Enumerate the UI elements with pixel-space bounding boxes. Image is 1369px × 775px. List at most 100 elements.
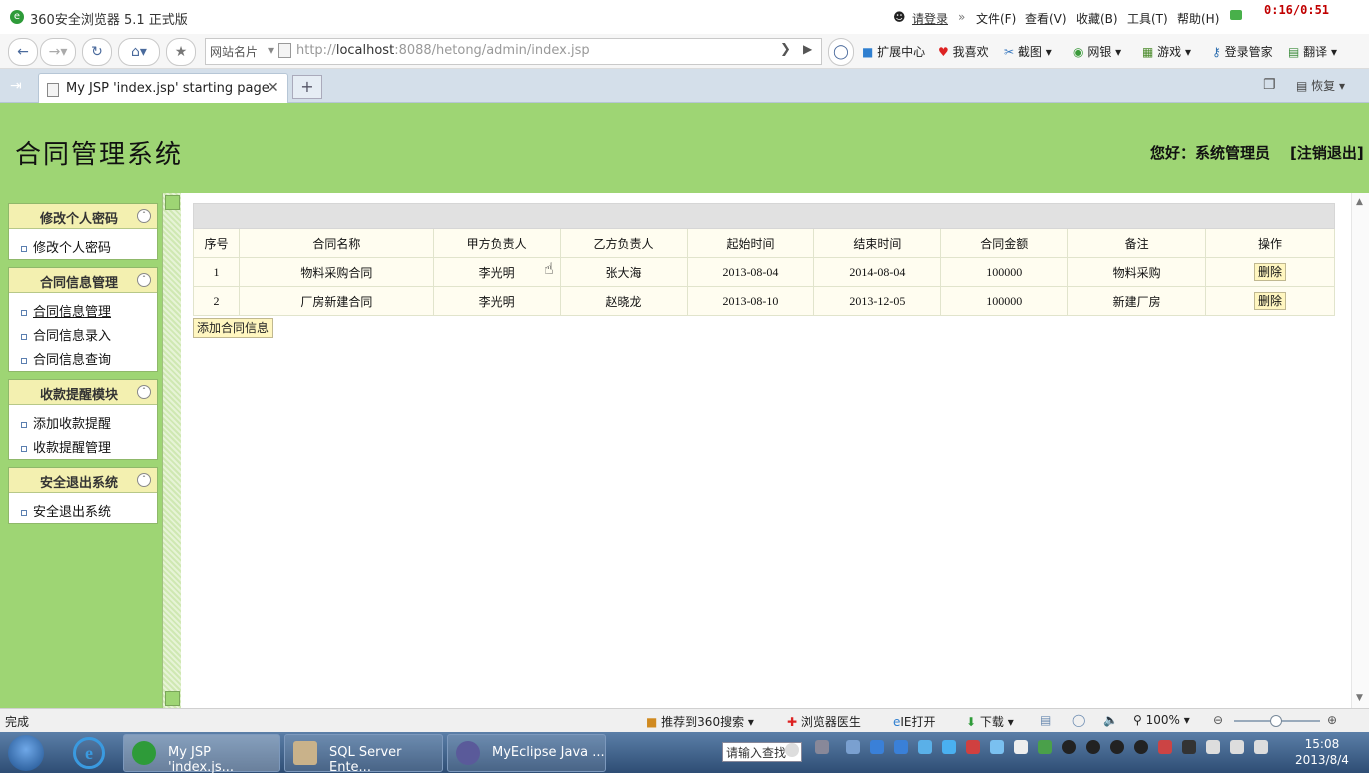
menu-view[interactable]: 查看(V) <box>1025 10 1067 27</box>
tool-tray-icon[interactable] <box>1014 740 1028 754</box>
search-tray-icon[interactable] <box>990 740 1004 754</box>
sidebar-item-contract-entry[interactable]: 合同信息录入 <box>21 325 111 344</box>
home-icon[interactable]: ⌂▾ <box>118 38 160 66</box>
collapse-icon[interactable]: ˆ <box>137 385 151 399</box>
go-icon[interactable]: ▶ <box>803 42 812 56</box>
myeclipse-icon <box>456 741 480 765</box>
usb-icon[interactable] <box>846 740 860 754</box>
scroll-up-icon[interactable]: ▲ <box>1356 197 1363 207</box>
tab-list-icon[interactable]: ❐ <box>1263 77 1276 93</box>
sidebar-item-add-reminder[interactable]: 添加收款提醒 <box>21 413 111 432</box>
vertical-scrollbar[interactable]: ▲ ▼ <box>1351 193 1369 708</box>
task-browser[interactable]: My JSP 'index.js... <box>123 734 280 775</box>
screenshot-button[interactable]: ✂ 截图 ▾ <box>1004 43 1052 60</box>
security-tray-icon[interactable] <box>894 740 908 754</box>
capture-tray-icon[interactable] <box>966 740 980 754</box>
qq-icon[interactable] <box>1086 740 1100 754</box>
bank-icon: ◉ <box>1073 45 1084 59</box>
frame-splitter[interactable] <box>162 193 181 708</box>
network-icon[interactable] <box>1230 740 1244 754</box>
address-bar[interactable]: 网站名片 ▾ http://localhost:8088/hetong/admi… <box>205 38 822 65</box>
network-tray-icon[interactable] <box>918 740 932 754</box>
sidebar-item-safe-exit[interactable]: 安全退出系统 <box>21 501 111 520</box>
new-tab-button[interactable]: + <box>292 75 322 99</box>
volume-tray-icon[interactable] <box>1254 740 1268 754</box>
sidebar-item-change-password[interactable]: 修改个人密码 <box>21 237 111 256</box>
tray-icon[interactable] <box>1182 740 1196 754</box>
tab-active[interactable]: My JSP 'index.jsp' starting page ✕ <box>38 73 288 103</box>
zoom-out-icon[interactable]: ⊖ <box>1213 713 1223 727</box>
close-icon[interactable]: ✕ <box>267 80 279 96</box>
volume-icon[interactable]: 🔈 <box>1103 713 1118 727</box>
forward-button[interactable]: →▾ <box>40 38 76 66</box>
login-manager-button[interactable]: ⚷ 登录管家 <box>1212 43 1273 60</box>
guard-tray-icon[interactable] <box>1038 740 1052 754</box>
alert-tray-icon[interactable] <box>1158 740 1172 754</box>
refresh-icon[interactable]: ↻ <box>82 38 112 66</box>
menu-tools[interactable]: 工具(T) <box>1127 10 1168 27</box>
restore-button[interactable]: ▤ 恢复 ▾ <box>1296 77 1345 94</box>
logout-link[interactable]: [注销退出] <box>1290 142 1364 163</box>
system-clock[interactable]: 15:08 2013/8/4 <box>1295 736 1349 768</box>
sidebar-item-contract-query[interactable]: 合同信息查询 <box>21 349 111 368</box>
keyboard-icon[interactable] <box>815 740 829 754</box>
delete-button[interactable]: 删除 <box>1254 263 1287 281</box>
back-button[interactable]: ← <box>8 38 38 66</box>
extension-center-button[interactable]: ■ 扩展中心 <box>862 43 925 60</box>
translate-button[interactable]: ▤ 翻译 ▾ <box>1288 43 1337 60</box>
zoom-slider-handle[interactable] <box>1270 715 1282 727</box>
panel-header[interactable]: 修改个人密码 ˆ <box>9 204 157 229</box>
shield-icon[interactable]: ◯ <box>828 38 854 66</box>
zoom-control[interactable]: ⚲ 100% ▾ <box>1133 713 1190 727</box>
recommend-360-button[interactable]: ■ 推荐到360搜索 ▾ <box>646 713 754 730</box>
sidebar-item-manage-reminder[interactable]: 收款提醒管理 <box>21 437 111 456</box>
qq-icon[interactable] <box>1134 740 1148 754</box>
menu-help[interactable]: 帮助(H) <box>1177 10 1219 27</box>
task-sql-server[interactable]: SQL Server Ente... <box>284 734 443 775</box>
download-button[interactable]: ⬇ 下载 ▾ <box>966 713 1014 730</box>
user-icon[interactable]: ☻ <box>893 10 906 24</box>
start-button[interactable] <box>8 735 44 771</box>
zoom-in-icon[interactable]: ⊕ <box>1327 713 1337 727</box>
url-history-dropdown-icon[interactable]: ❯ <box>780 42 791 57</box>
ie-open-button[interactable]: eIE打开 <box>893 713 936 730</box>
shield-tray-icon[interactable] <box>870 740 884 754</box>
like-button[interactable]: ♥ 我喜欢 <box>938 43 989 60</box>
qq-icon[interactable] <box>1110 740 1124 754</box>
splitter-bottom-button[interactable] <box>165 691 180 706</box>
ie-taskbar-icon[interactable]: e <box>73 737 105 769</box>
sidebar-item-contract-manage[interactable]: 合同信息管理 <box>21 301 111 320</box>
panel-header[interactable]: 安全退出系统 ˆ <box>9 468 157 493</box>
table-caption-row <box>193 203 1335 229</box>
site-card-button[interactable]: 网站名片 <box>210 43 258 60</box>
security-icon[interactable]: ◯ <box>1072 713 1085 727</box>
bank-button[interactable]: ◉ 网银 ▾ <box>1073 43 1121 60</box>
panel-header[interactable]: 收款提醒模块 ˆ <box>9 380 157 405</box>
skin-icon[interactable] <box>1230 10 1242 20</box>
add-contract-button[interactable]: 添加合同信息 <box>193 318 274 338</box>
browser-doctor-button[interactable]: ✚ 浏览器医生 <box>787 713 861 730</box>
window-icon[interactable]: ▤ <box>1040 713 1051 727</box>
device-tray-icon[interactable] <box>1206 740 1220 754</box>
collapse-icon[interactable]: ˆ <box>137 473 151 487</box>
window-titlebar: e 360安全浏览器 5.1 正式版 ☻ 请登录 » 文件(F) 查看(V) 收… <box>0 0 1369 34</box>
collapse-icon[interactable]: ˆ <box>137 273 151 287</box>
collapse-icon[interactable]: ˆ <box>137 209 151 223</box>
sidebar-toggle-icon[interactable]: ⇥ <box>10 78 22 94</box>
splitter-top-button[interactable] <box>165 195 180 210</box>
menu-file[interactable]: 文件(F) <box>976 10 1016 27</box>
task-myeclipse[interactable]: MyEclipse Java ... <box>447 734 606 772</box>
cell-end-date: 2013-12-05 <box>813 286 942 316</box>
favorite-star-icon[interactable]: ★ <box>166 38 196 66</box>
panel-header[interactable]: 合同信息管理 ˆ <box>9 268 157 293</box>
login-link[interactable]: 请登录 <box>912 10 948 27</box>
search-icon[interactable] <box>785 743 799 757</box>
delete-button[interactable]: 删除 <box>1254 292 1287 310</box>
scroll-down-icon[interactable]: ▼ <box>1356 693 1363 703</box>
menu-favorites[interactable]: 收藏(B) <box>1076 10 1118 27</box>
qq-icon[interactable] <box>1062 740 1076 754</box>
browser-tray-icon[interactable] <box>942 740 956 754</box>
url-text[interactable]: http://localhost:8088/hetong/admin/index… <box>296 43 590 58</box>
site-card-dropdown-icon[interactable]: ▾ <box>268 43 274 57</box>
games-button[interactable]: ▦ 游戏 ▾ <box>1142 43 1191 60</box>
